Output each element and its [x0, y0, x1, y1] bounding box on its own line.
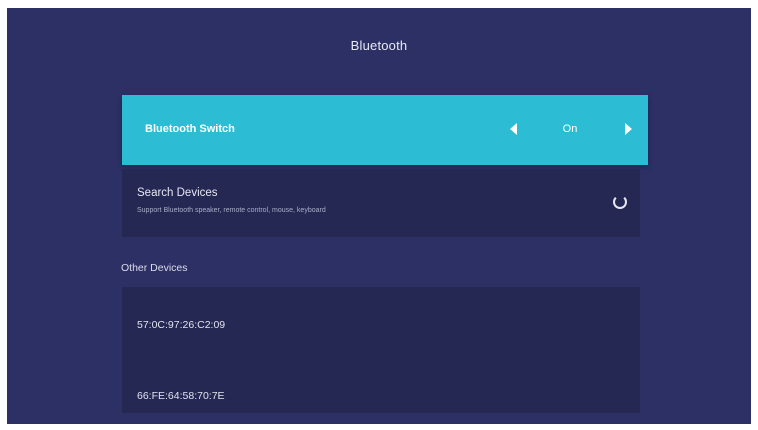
- bluetooth-switch-value: On: [562, 123, 578, 135]
- settings-screen: Bluetooth Bluetooth Switch On Search Dev…: [7, 8, 751, 424]
- search-devices-subtitle: Support Bluetooth speaker, remote contro…: [137, 207, 326, 214]
- device-item[interactable]: 57:0C:97:26:C2:09: [137, 319, 225, 331]
- other-devices-heading: Other Devices: [121, 262, 188, 274]
- search-devices-row[interactable]: Search Devices Support Bluetooth speaker…: [122, 169, 640, 237]
- bluetooth-switch-label: Bluetooth Switch: [145, 123, 235, 135]
- search-devices-title: Search Devices: [137, 187, 218, 199]
- device-item[interactable]: 66:FE:64:58:70:7E: [137, 390, 225, 402]
- page-title: Bluetooth: [350, 38, 408, 53]
- arrow-left-icon[interactable]: [510, 123, 517, 135]
- bluetooth-switch-row[interactable]: Bluetooth Switch On: [122, 95, 648, 165]
- other-devices-list: 57:0C:97:26:C2:09 66:FE:64:58:70:7E: [122, 287, 640, 413]
- arrow-right-icon[interactable]: [625, 123, 632, 135]
- loading-spinner-icon: [613, 195, 627, 209]
